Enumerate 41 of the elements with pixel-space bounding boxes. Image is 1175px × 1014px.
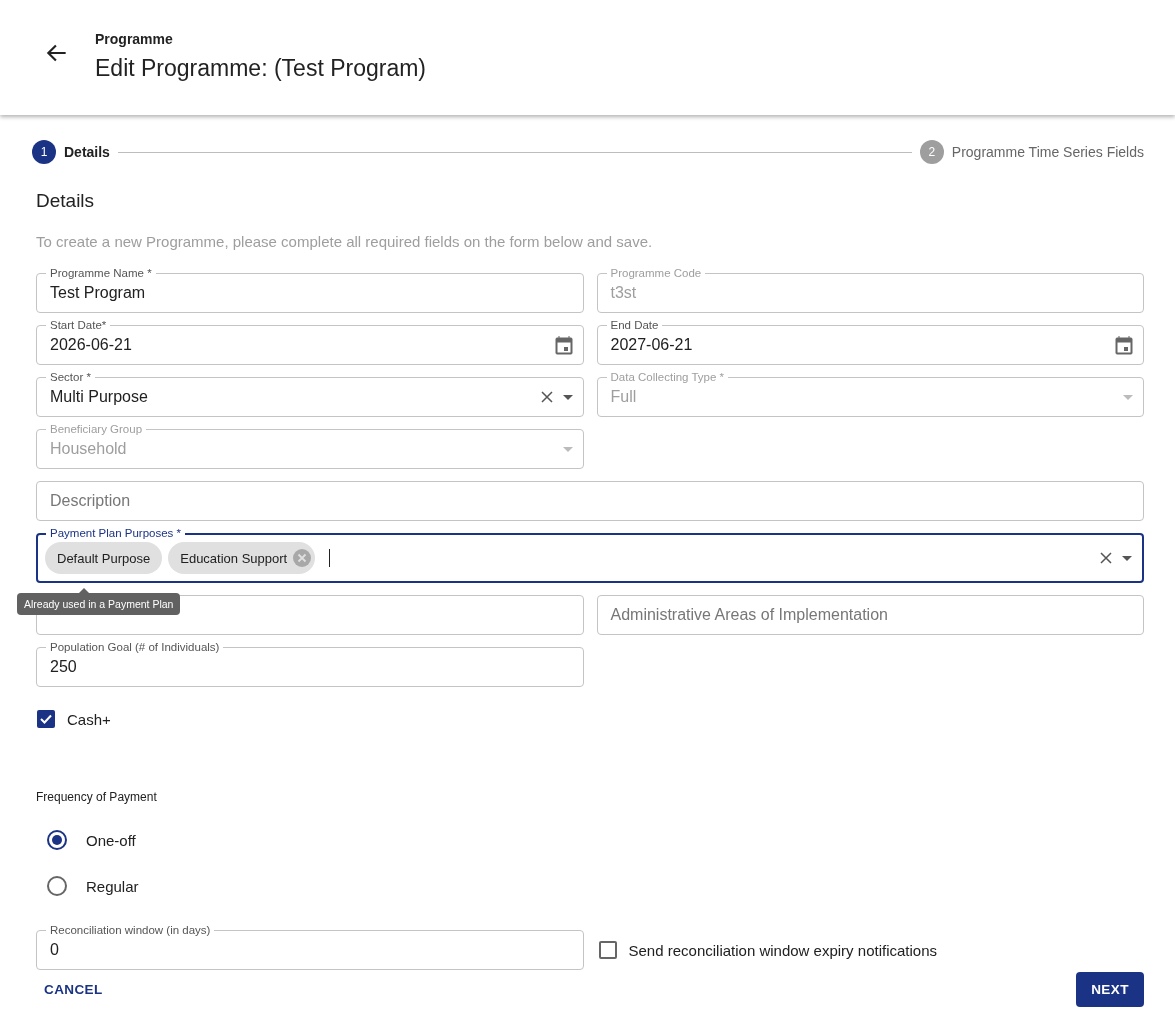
field-label: Reconciliation window (in days)	[46, 923, 215, 937]
input-field[interactable]: Description	[36, 481, 1144, 521]
tooltip: Already used in a Payment Plan	[17, 588, 181, 615]
chip[interactable]: Education Support	[168, 542, 316, 574]
field-label: Population Goal (# of Individuals)	[46, 640, 224, 654]
step-label: Programme Time Series Fields	[951, 144, 1144, 160]
step-number: 2	[919, 140, 944, 164]
breadcrumb: Programme	[95, 31, 174, 47]
page-title: Edit Programme: (Test Program)	[95, 55, 427, 82]
dropdown-caret-icon[interactable]	[562, 394, 573, 400]
radio-label: One-off	[86, 831, 136, 849]
clear-icon[interactable]	[1100, 552, 1112, 564]
field-label: Beneficiary Group	[46, 422, 147, 436]
step-number: 1	[32, 140, 56, 164]
clear-icon[interactable]	[540, 391, 553, 403]
next-button[interactable]: NEXT	[1076, 972, 1144, 1007]
checkbox[interactable]	[37, 710, 55, 728]
dropdown-caret-icon[interactable]	[1122, 555, 1132, 561]
calendar-icon[interactable]	[1115, 335, 1133, 355]
checkbox[interactable]	[598, 941, 617, 959]
input-field[interactable]: Administrative Areas of Implementation	[596, 595, 1144, 635]
section-title: Details	[36, 190, 96, 212]
field-label: Data Collecting Type *	[606, 370, 729, 384]
field-label: Start Date*	[46, 318, 111, 332]
field-label: Payment Plan Purposes *	[46, 526, 186, 540]
checkbox-label: Send reconciliation window expiry notifications	[628, 941, 937, 959]
field-label: End Date	[606, 318, 663, 332]
checkbox-label: Cash+	[67, 710, 111, 728]
field-label: Programme Name *	[46, 266, 156, 280]
step-label: Details	[64, 144, 110, 160]
field-label: Programme Code	[606, 266, 706, 280]
group-label: Frequency of Payment	[36, 790, 158, 804]
section-description: To create a new Programme, please complete all required fields on the form below and save.	[36, 233, 654, 250]
chip[interactable]: Default Purpose	[45, 542, 163, 574]
text-cursor	[329, 549, 331, 567]
field-label: Sector *	[46, 370, 95, 384]
calendar-icon[interactable]	[554, 335, 573, 355]
radio-label: Regular	[86, 877, 139, 895]
radio-button[interactable]	[47, 830, 67, 850]
radio-button[interactable]	[47, 876, 67, 896]
cancel-button[interactable]: CANCEL	[36, 974, 111, 1005]
